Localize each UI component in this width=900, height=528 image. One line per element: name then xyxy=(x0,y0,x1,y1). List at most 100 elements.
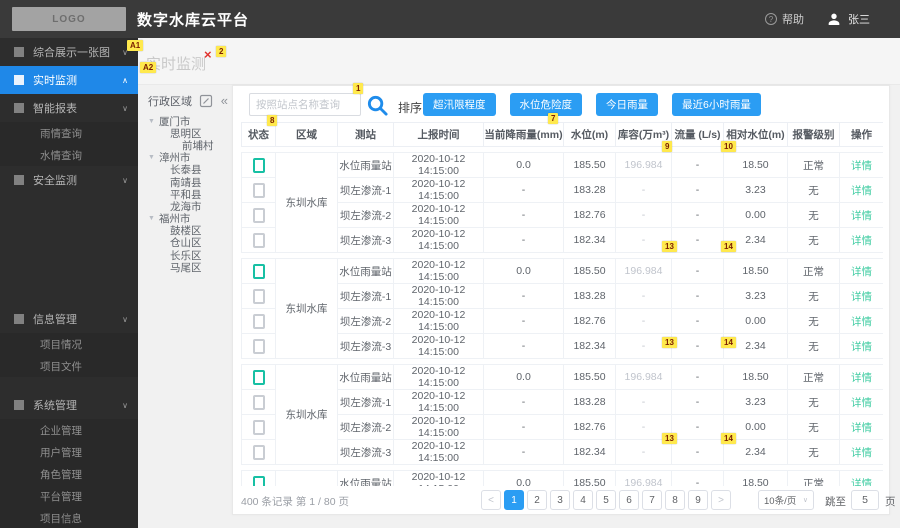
status-cell xyxy=(241,389,276,415)
next-page-button[interactable]: > xyxy=(711,490,731,510)
page-button-5[interactable]: 5 xyxy=(596,490,616,510)
sidebar-item-6[interactable]: 信息管理 ∨ xyxy=(0,305,138,333)
chevron-down-icon: ∨ xyxy=(122,103,128,113)
filter-button-3[interactable]: 最近6小时雨量 xyxy=(672,93,761,116)
status-checkbox[interactable] xyxy=(252,394,265,410)
jump-label: 跳至 xyxy=(825,496,846,508)
report-time-cell: 2020-10-12 14:15:00 xyxy=(393,389,484,415)
prev-page-button[interactable]: < xyxy=(481,490,501,510)
page-button-2[interactable]: 2 xyxy=(527,490,547,510)
status-cell xyxy=(241,439,276,465)
status-checkbox[interactable] xyxy=(252,338,265,354)
search-icon[interactable] xyxy=(366,94,389,122)
water-level-cell: 182.34 xyxy=(563,227,616,253)
filter-button-2[interactable]: 今日雨量 xyxy=(596,93,658,116)
sidebar-item-3[interactable]: 雨情查询 xyxy=(0,122,138,144)
sidebar-item-5[interactable]: 安全监测 ∨ xyxy=(0,166,138,194)
annotation-badge-A1: A1 xyxy=(127,40,144,51)
flow-cell: - xyxy=(671,389,724,415)
tree-node-12[interactable]: 马尾区 xyxy=(148,261,232,274)
column-header: 状态 xyxy=(241,122,276,147)
sidebar-item-8[interactable]: 项目文件 xyxy=(0,355,138,377)
sidebar-item-14[interactable]: 项目信息 xyxy=(0,507,138,528)
help-link[interactable]: ? 帮助 xyxy=(765,11,804,27)
page-size-value: 10条/页 xyxy=(764,496,797,507)
sidebar-item-2[interactable]: 智能报表 ∨ xyxy=(0,94,138,122)
sidebar-item-9[interactable]: 系统管理 ∨ xyxy=(0,391,138,419)
page-size-select[interactable]: 10条/页 ∨ xyxy=(758,490,814,510)
page-button-7[interactable]: 7 xyxy=(642,490,662,510)
menu-square-icon xyxy=(14,175,24,185)
filter-button-0[interactable]: 超汛限程度 xyxy=(423,93,496,116)
detail-link[interactable]: 详情 xyxy=(851,422,872,434)
menu-square-icon xyxy=(14,47,24,57)
status-checkbox[interactable] xyxy=(252,313,265,329)
page-button-1[interactable]: 1 xyxy=(504,490,524,510)
region-tree-panel: 行政区域 « ▼ 厦门市 思明区 前埔村 ▼ 漳州市 长泰县 南靖县 平和县 龙海市 ▼ 福州市 鼓楼区… xyxy=(138,85,232,528)
search-input[interactable] xyxy=(249,93,361,116)
pagination-bar: 400 条记录 第 1 / 80 页 <1 2 3 4 5 6 7 8 9 > 10条/页 ∨ 跳… xyxy=(233,486,896,514)
capacity-cell: - xyxy=(615,308,672,334)
capacity-cell: 196.984 xyxy=(615,364,672,390)
jump-page-input[interactable] xyxy=(851,490,879,510)
status-checkbox[interactable] xyxy=(252,157,265,173)
sidebar-item-11[interactable]: 用户管理 xyxy=(0,441,138,463)
sidebar-item-1[interactable]: 实时监测 ∧ xyxy=(0,66,138,94)
annotation-badge-8: 8 xyxy=(267,115,278,126)
alarm-level-cell: 无 xyxy=(787,283,840,309)
sidebar-item-12[interactable]: 角色管理 xyxy=(0,463,138,485)
action-cell: 详情 xyxy=(839,308,883,334)
page-button-8[interactable]: 8 xyxy=(665,490,685,510)
edit-icon[interactable] xyxy=(199,94,213,108)
user-icon xyxy=(828,13,840,25)
rainfall-cell: 0.0 xyxy=(483,364,564,390)
detail-link[interactable]: 详情 xyxy=(851,397,872,409)
sidebar-item-4[interactable]: 水情查询 xyxy=(0,144,138,166)
user-menu[interactable]: 张三 xyxy=(826,11,870,27)
main-area: 实时监测 行政区域 « ▼ 厦门市 思明区 前埔村 ▼ 漳州市 长泰县 南靖县 平和县 龙海市 ▼ 福… xyxy=(138,38,900,528)
detail-link[interactable]: 详情 xyxy=(851,372,872,384)
detail-link[interactable]: 详情 xyxy=(851,210,872,222)
detail-link[interactable]: 详情 xyxy=(851,235,872,247)
detail-link[interactable]: 详情 xyxy=(851,291,872,303)
page-button-3[interactable]: 3 xyxy=(550,490,570,510)
logo[interactable]: LOGO xyxy=(12,7,126,31)
action-cell: 详情 xyxy=(839,414,883,440)
sidebar-item-7[interactable]: 项目情况 xyxy=(0,333,138,355)
flow-cell: - xyxy=(671,364,724,390)
status-checkbox[interactable] xyxy=(252,369,265,385)
report-time-cell: 2020-10-12 14:15:00 xyxy=(393,308,484,334)
capacity-cell: - xyxy=(615,283,672,309)
filter-button-1[interactable]: 水位危险度 xyxy=(509,93,582,116)
status-checkbox[interactable] xyxy=(252,182,265,198)
sidebar-item-10[interactable]: 企业管理 xyxy=(0,419,138,441)
detail-link[interactable]: 详情 xyxy=(851,266,872,278)
sidebar-item-13[interactable]: 平台管理 xyxy=(0,485,138,507)
sidebar-item-label: 信息管理 xyxy=(33,314,77,326)
page-button-4[interactable]: 4 xyxy=(573,490,593,510)
annotation-badge-14: 14 xyxy=(721,241,736,252)
alarm-level-cell: 正常 xyxy=(787,258,840,284)
detail-link[interactable]: 详情 xyxy=(851,185,872,197)
status-checkbox[interactable] xyxy=(252,419,265,435)
status-checkbox[interactable] xyxy=(252,207,265,223)
status-checkbox[interactable] xyxy=(252,288,265,304)
flow-cell: - xyxy=(671,333,724,359)
water-level-cell: 183.28 xyxy=(563,389,616,415)
collapse-panel-icon[interactable]: « xyxy=(221,94,228,107)
status-checkbox[interactable] xyxy=(252,263,265,279)
status-cell xyxy=(241,414,276,440)
detail-link[interactable]: 详情 xyxy=(851,447,872,459)
detail-link[interactable]: 详情 xyxy=(851,316,872,328)
annotation-badge-A2: A2 xyxy=(140,62,157,73)
detail-link[interactable]: 详情 xyxy=(851,160,872,172)
detail-link[interactable]: 详情 xyxy=(851,341,872,353)
sidebar-item-0[interactable]: 综合展示一张图 ∨ xyxy=(0,38,138,66)
page-button-6[interactable]: 6 xyxy=(619,490,639,510)
status-checkbox[interactable] xyxy=(252,232,265,248)
status-checkbox[interactable] xyxy=(252,444,265,460)
page-button-9[interactable]: 9 xyxy=(688,490,708,510)
status-cell xyxy=(241,333,276,359)
table-row: 坝左渗流-2 2020-10-12 14:15:00-182.76- -0.00 无详… xyxy=(241,414,883,440)
annotation-badge-10: 10 xyxy=(721,141,736,152)
